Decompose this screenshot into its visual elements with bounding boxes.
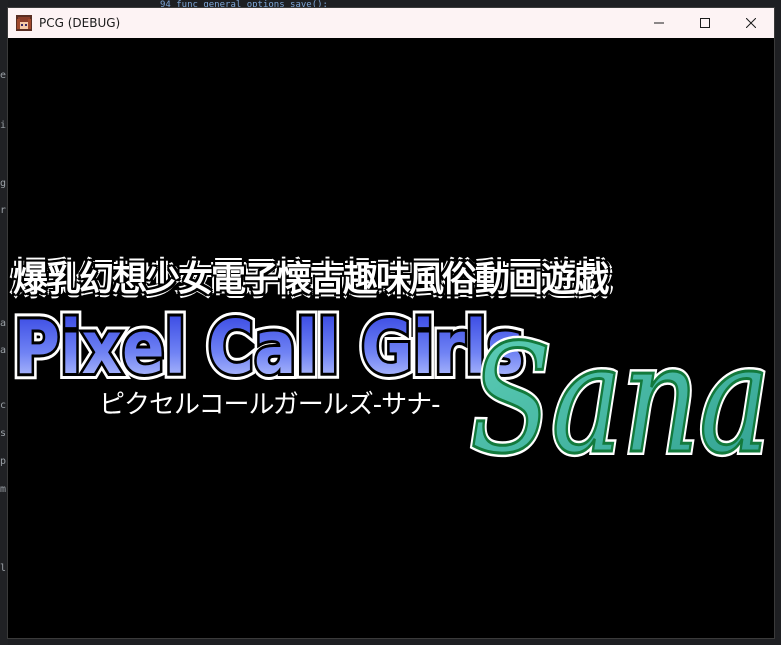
window-controls [636,8,774,38]
game-window: PCG (DEBUG) 爆乳幻想少女電子懐古趣味風俗動画遊戯 Pixel Cal… [7,7,775,639]
minimize-icon [654,22,664,24]
app-icon [16,15,32,31]
logo-script-text: Sana [470,313,770,463]
game-viewport[interactable]: 爆乳幻想少女電子懐古趣味風俗動画遊戯 Pixel Call Girls Pixe… [8,38,774,638]
maximize-icon [700,18,710,28]
logo-katakana-subtitle: ピクセルコールガールズ-サナ- [99,390,440,420]
logo-main-text: Pixel Call Girls [14,305,524,391]
maximize-button[interactable] [682,8,728,38]
minimize-button[interactable] [636,8,682,38]
window-title: PCG (DEBUG) [39,16,121,30]
window-titlebar[interactable]: PCG (DEBUG) [8,8,774,38]
game-logo: Pixel Call Girls Pixel Call Girls Pixel … [8,299,774,463]
close-icon [746,18,756,28]
close-button[interactable] [728,8,774,38]
